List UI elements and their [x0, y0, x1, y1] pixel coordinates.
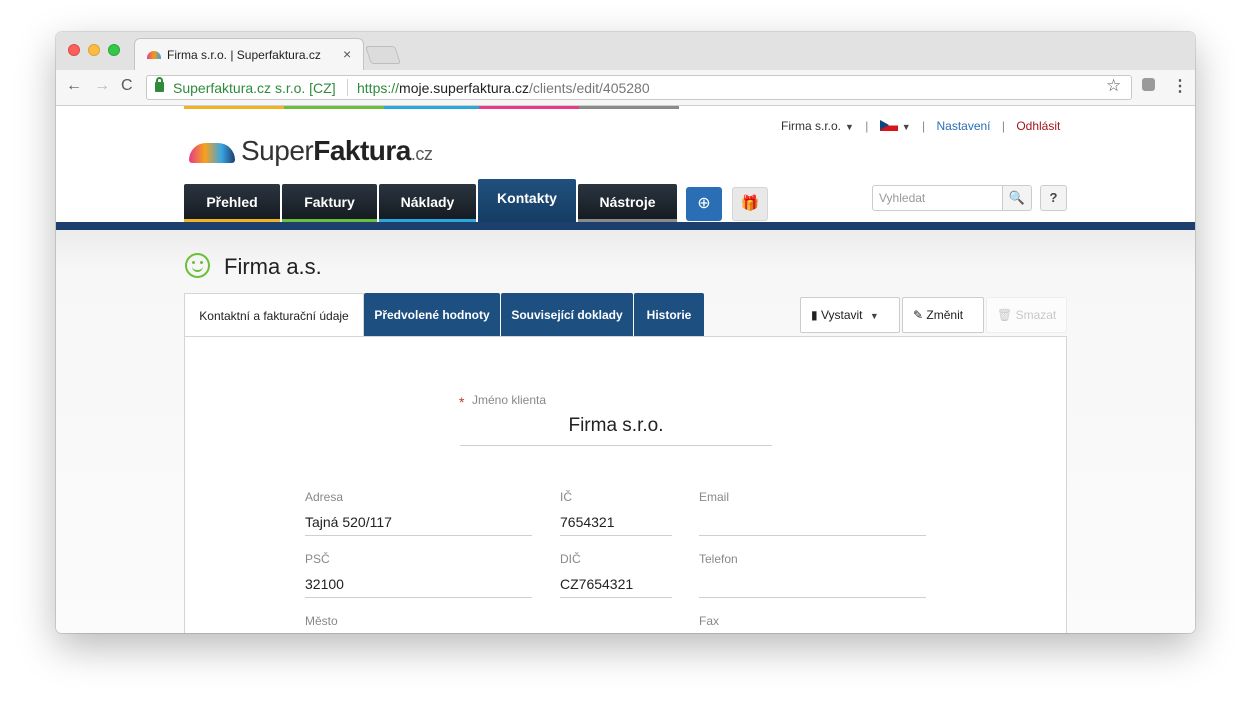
field-underline [305, 597, 532, 598]
extension-icon[interactable] [1142, 78, 1155, 91]
back-arrow-icon[interactable]: ← [66, 77, 82, 95]
company-switcher[interactable]: Firma s.r.o. [781, 119, 841, 133]
separator: | [1001, 119, 1005, 133]
field-underline [460, 445, 772, 446]
address-label: Adresa [305, 490, 344, 504]
close-icon[interactable]: × [343, 46, 351, 62]
delete-button[interactable]: 🗑 Smazat [986, 297, 1067, 333]
minimize-window-button[interactable] [88, 44, 100, 56]
favicon-icon [147, 51, 161, 59]
browser-menu-icon[interactable]: ⋮ [1172, 76, 1188, 96]
tab-history[interactable]: Historie [634, 293, 704, 337]
required-mark: * [459, 394, 465, 410]
nav-item-naklady[interactable]: Náklady [379, 184, 476, 222]
dic-field[interactable]: CZ7654321 [560, 576, 633, 592]
url-separator [347, 79, 348, 96]
city-label: Město [305, 614, 338, 628]
zip-field[interactable]: 32100 [305, 576, 344, 592]
pencil-icon: ✎ [913, 308, 924, 322]
bookmark-star-icon[interactable]: ☆ [1106, 76, 1121, 96]
chevron-down-icon[interactable]: ▼ [902, 122, 911, 132]
logout-link[interactable]: Odhlásit [1016, 119, 1060, 133]
page: SuperFaktura.cz Firma s.r.o. ▼ | ▼ | Nast… [56, 109, 1195, 633]
field-underline [699, 597, 926, 598]
field-underline [305, 535, 532, 536]
edit-button[interactable]: ✎ Změnit [902, 297, 984, 333]
tab-default-values[interactable]: Předvolené hodnoty [364, 293, 500, 337]
settings-link[interactable]: Nastavení [936, 119, 990, 133]
gift-icon[interactable]: 🎁 [732, 187, 768, 221]
reload-icon[interactable]: C [121, 77, 133, 95]
fax-label: Fax [699, 614, 720, 628]
search-input[interactable]: Vyhledat [872, 185, 1003, 211]
name-label: Jméno klienta [472, 393, 547, 407]
client-name-field[interactable]: Firma s.r.o. [460, 415, 772, 437]
help-button[interactable]: ? [1040, 185, 1067, 211]
logo-rainbow-icon [189, 143, 235, 163]
address-field[interactable]: Tajná 520/117 [305, 514, 392, 530]
browser-window: Firma s.r.o. | Superfaktura.cz × ← → C S… [56, 32, 1195, 633]
lock-icon [155, 77, 164, 92]
add-new-button[interactable]: ⊕ [686, 187, 722, 221]
chevron-down-icon[interactable]: ▼ [845, 122, 854, 132]
nav-item-prehled[interactable]: Přehled [184, 184, 280, 222]
czech-flag-icon[interactable] [879, 120, 898, 131]
maximize-window-button[interactable] [108, 44, 120, 56]
phone-label: Telefon [699, 552, 738, 566]
issue-button[interactable]: ▮ Vystavit ▼ [800, 297, 900, 333]
field-underline [560, 597, 672, 598]
zip-label: PSČ [305, 552, 330, 566]
user-bar: Firma s.r.o. ▼ | ▼ | Nastavení | Odhlásit [781, 119, 1060, 133]
separator: | [922, 119, 926, 133]
ico-field[interactable]: 7654321 [560, 514, 615, 530]
separator: | [865, 119, 869, 133]
nav-item-kontakty[interactable]: Kontakty [478, 179, 576, 222]
ico-label: IČ [560, 490, 572, 504]
field-underline [699, 535, 926, 536]
nav-item-nastroje[interactable]: Nástroje [578, 184, 677, 222]
document-icon: ▮ [811, 308, 818, 322]
tab-related-documents[interactable]: Související doklady [501, 293, 633, 337]
browser-tab[interactable]: Firma s.r.o. | Superfaktura.cz × [134, 38, 364, 70]
ev-certificate-label: Superfaktura.cz s.r.o. [CZ] [173, 80, 336, 96]
tab-contact-billing[interactable]: Kontaktní a fakturační údaje [184, 293, 364, 337]
smiley-icon [185, 253, 210, 278]
field-underline [560, 535, 672, 536]
close-window-button[interactable] [68, 44, 80, 56]
dic-label: DIČ [560, 552, 581, 566]
logo-text: SuperFaktura.cz [241, 135, 433, 166]
url-text[interactable]: https://moje.superfaktura.cz/clients/edi… [357, 80, 650, 96]
email-label: Email [699, 490, 730, 504]
nav-item-faktury[interactable]: Faktury [282, 184, 377, 222]
trash-icon: 🗑 [997, 308, 1013, 322]
tab-strip: Firma s.r.o. | Superfaktura.cz × [56, 32, 1195, 70]
chevron-down-icon: ▼ [869, 311, 879, 321]
search-icon[interactable]: 🔍 [1002, 185, 1032, 211]
new-tab-button[interactable] [365, 46, 401, 64]
tab-title: Firma s.r.o. | Superfaktura.cz [167, 48, 321, 62]
browser-toolbar: ← → C Superfaktura.cz s.r.o. [CZ] https:… [56, 70, 1195, 106]
nav-underline [56, 222, 1195, 230]
page-title: Firma a.s. [224, 254, 322, 279]
address-bar[interactable]: Superfaktura.cz s.r.o. [CZ] https://moje… [146, 75, 1132, 100]
forward-arrow-icon[interactable]: → [94, 77, 110, 95]
